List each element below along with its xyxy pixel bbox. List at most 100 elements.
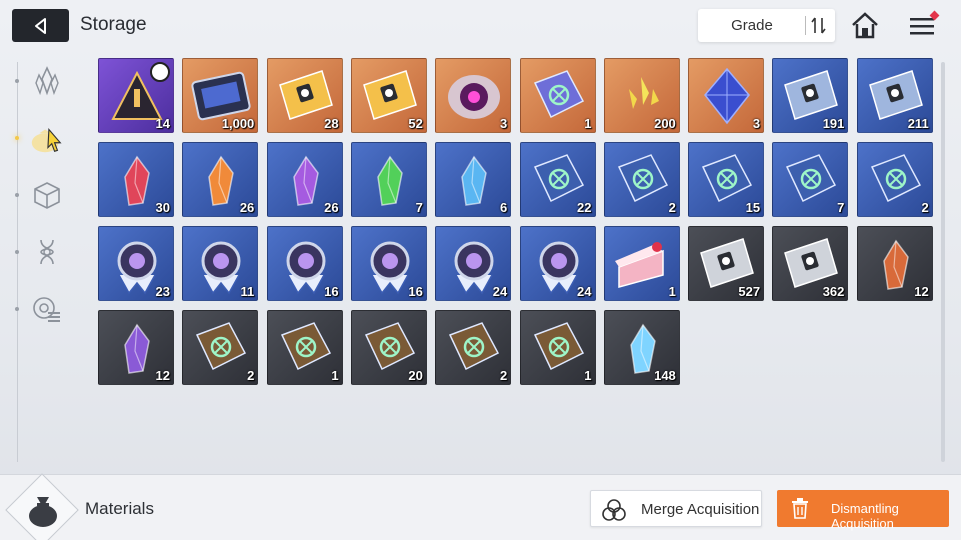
sidebar-tab-cubes[interactable]: [28, 176, 66, 214]
inventory-item[interactable]: 22: [519, 142, 596, 217]
item-quantity: 1: [668, 284, 676, 299]
sidebar-tab-chips[interactable]: [28, 290, 66, 328]
sidebar-tab-crystals[interactable]: [28, 62, 66, 100]
page-title: Storage: [80, 14, 147, 35]
inventory-item[interactable]: 1,000: [182, 58, 259, 133]
inventory-item[interactable]: 11: [182, 226, 259, 301]
dismantling-acquisition-label: Dismantling Acquisition: [831, 501, 899, 531]
clock-icon: [150, 62, 170, 82]
item-quantity: 26: [324, 200, 339, 215]
item-quantity: 1: [584, 116, 592, 131]
sidebar-tab-materials[interactable]: [28, 119, 66, 157]
sidebar-dot: [15, 193, 19, 197]
item-quantity: 22: [577, 200, 592, 215]
item-quantity: 7: [837, 200, 845, 215]
item-quantity: 15: [745, 200, 761, 215]
inventory-item[interactable]: 30: [98, 142, 174, 217]
item-quantity: 527: [738, 284, 761, 299]
item-quantity: 6: [499, 200, 508, 215]
inventory-item[interactable]: 52: [350, 58, 427, 133]
item-quantity: 3: [752, 116, 761, 131]
merge-circles-icon: [602, 499, 626, 521]
item-quantity: 26: [239, 200, 255, 215]
item-quantity: 2: [668, 200, 676, 215]
inventory-item[interactable]: 28: [266, 58, 343, 133]
inventory-item[interactable]: 7: [350, 142, 427, 217]
item-quantity: 16: [408, 284, 423, 299]
inventory-item[interactable]: 148: [603, 310, 680, 385]
inventory-item[interactable]: 16: [266, 226, 343, 301]
grade-sort-button[interactable]: Grade: [698, 9, 835, 42]
item-quantity: 7: [415, 200, 423, 215]
inventory-item[interactable]: 12: [98, 310, 174, 385]
inventory-item[interactable]: 1: [519, 310, 596, 385]
inventory-item[interactable]: 191: [772, 58, 849, 133]
inventory-item[interactable]: 24: [435, 226, 512, 301]
category-sidebar: [0, 52, 90, 472]
inventory-item[interactable]: 2: [435, 310, 512, 385]
sidebar-dot: [15, 250, 19, 254]
item-quantity: 362: [822, 284, 845, 299]
inventory-item[interactable]: 20: [350, 310, 427, 385]
item-quantity: 191: [822, 116, 845, 131]
inventory-item[interactable]: 2: [856, 142, 933, 217]
item-quantity: 30: [155, 200, 170, 215]
item-quantity: 1,000: [221, 116, 255, 131]
inventory-item[interactable]: 14: [98, 58, 174, 133]
inventory-item[interactable]: 2: [182, 310, 259, 385]
back-button[interactable]: [12, 9, 69, 42]
item-quantity: 24: [492, 284, 508, 299]
inventory-item[interactable]: 1: [519, 58, 596, 133]
merge-acquisition-button[interactable]: Merge Acquisition: [590, 490, 762, 527]
item-quantity: 2: [247, 368, 255, 383]
item-quantity: 23: [155, 284, 170, 299]
item-quantity: 211: [907, 116, 929, 131]
grade-divider: [805, 16, 806, 35]
item-quantity: 52: [408, 116, 423, 131]
merge-acquisition-label: Merge Acquisition: [641, 501, 760, 518]
sidebar-dot: [15, 307, 19, 311]
inventory-item[interactable]: 1: [603, 226, 680, 301]
inventory-item[interactable]: 6: [435, 142, 512, 217]
inventory-item[interactable]: 2: [603, 142, 680, 217]
item-quantity: 200: [654, 116, 676, 131]
inventory-item[interactable]: 362: [772, 226, 849, 301]
inventory-item[interactable]: 26: [182, 142, 259, 217]
menu-button[interactable]: [906, 9, 940, 43]
bottom-bar: Materials Merge Acquisition Dismantling …: [0, 473, 961, 540]
item-quantity: 3: [499, 116, 508, 131]
chip-icon: [33, 297, 60, 322]
inventory-item[interactable]: 15: [688, 142, 765, 217]
top-bar: Storage Grade: [0, 0, 961, 52]
inventory-scrollbar[interactable]: [941, 62, 945, 462]
item-quantity: 16: [324, 284, 339, 299]
inventory-item[interactable]: 527: [688, 226, 765, 301]
item-quantity: 14: [155, 116, 170, 131]
inventory-item[interactable]: 26: [266, 142, 343, 217]
category-label: Materials: [85, 499, 154, 518]
inventory-item[interactable]: 3: [435, 58, 512, 133]
inventory-item[interactable]: 23: [98, 226, 174, 301]
inventory-item[interactable]: 7: [772, 142, 849, 217]
trash-icon: [792, 498, 808, 519]
item-quantity: 2: [921, 200, 929, 215]
item-quantity: 1: [331, 368, 339, 383]
inventory-item[interactable]: 16: [350, 226, 427, 301]
item-quantity: 24: [577, 284, 592, 299]
crystal-cluster-icon: [35, 66, 59, 96]
inventory-item[interactable]: 200: [603, 58, 680, 133]
inventory-item[interactable]: 24: [519, 226, 596, 301]
item-quantity: 1: [584, 368, 592, 383]
inventory-item[interactable]: 12: [856, 226, 933, 301]
sort-order-icon[interactable]: [809, 16, 829, 35]
item-quantity: 28: [324, 116, 339, 131]
back-arrow-icon: [34, 17, 46, 34]
sidebar-tab-genes[interactable]: [28, 233, 66, 271]
inventory-item[interactable]: 211: [856, 58, 933, 133]
home-button[interactable]: [848, 9, 882, 43]
inventory-item[interactable]: 3: [688, 58, 765, 133]
item-quantity: 2: [499, 368, 508, 383]
dismantling-acquisition-button[interactable]: Dismantling Acquisition: [777, 490, 949, 531]
inventory-item[interactable]: 1: [266, 310, 343, 385]
material-bag-icon: [31, 127, 62, 153]
